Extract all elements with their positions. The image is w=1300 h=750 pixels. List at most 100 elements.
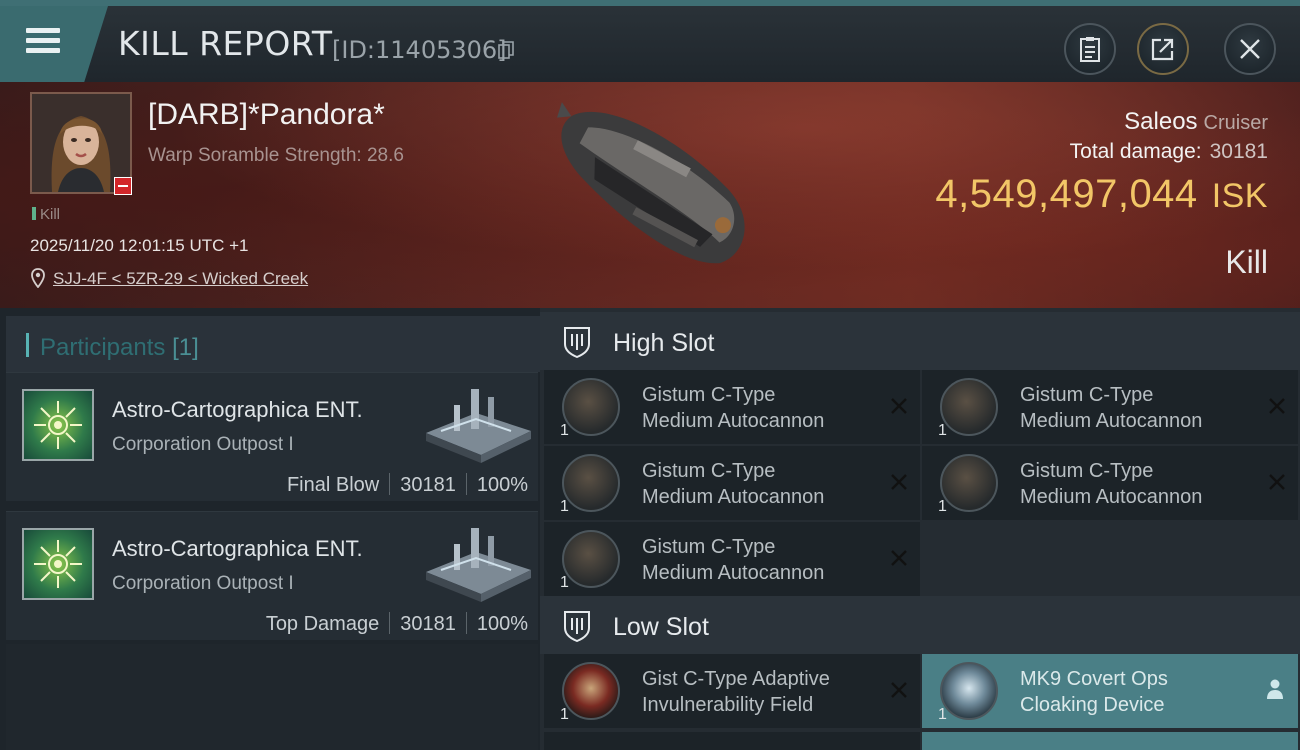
report-id: [ID:11405306] — [332, 36, 507, 64]
kill-result: Kill — [1225, 244, 1268, 280]
participant-card[interactable]: Astro-Cartographica ENT. Corporation Out… — [6, 372, 538, 501]
participant-percent: 100% — [476, 613, 528, 635]
module-name: Gistum C-Type Medium Autocannon — [642, 382, 882, 434]
module-qty: 1 — [938, 498, 947, 515]
fittings-panel: High Slot 1 Gistum C-Type Medium Autocann… — [540, 308, 1300, 750]
module-name-line1: Gistum C-Type — [1020, 384, 1154, 406]
menu-button[interactable] — [0, 6, 108, 82]
warp-scramble-strength: Warp Soramble Strength: 28.6 — [148, 145, 404, 166]
invulnerability-field-icon — [562, 662, 620, 720]
divider — [465, 612, 467, 634]
module-name-line1: Gistum C-Type — [642, 536, 776, 558]
high-slot-label: High Slot — [613, 329, 715, 357]
header-accent — [26, 333, 29, 357]
module-qty: 1 — [938, 422, 947, 439]
module-name-line2: Invulnerability Field — [642, 694, 814, 716]
participant-damage: 30181 — [400, 474, 456, 496]
participants-header: Participants [1] — [6, 316, 540, 372]
participant-stats: Final Blow 30181 100% — [287, 473, 528, 497]
share-icon — [1151, 38, 1174, 61]
participant-name: Astro-Cartographica ENT. — [112, 397, 363, 422]
divider — [389, 612, 391, 634]
autocannon-icon — [940, 454, 998, 512]
destroyed-icon — [891, 550, 907, 566]
participant-percent: 100% — [476, 474, 528, 496]
low-slot-header: Low Slot — [540, 596, 1300, 654]
kill-tag: Kill — [32, 206, 60, 223]
module-name-line2: Medium Autocannon — [642, 486, 825, 508]
clipboard-button[interactable] — [1064, 23, 1116, 75]
menu-icon-line — [26, 38, 60, 43]
low-slot-icon — [564, 611, 590, 642]
module-name-line1: MK9 Covert Ops — [1020, 668, 1168, 690]
destroyed-icon — [891, 474, 907, 490]
module-name-line2: Medium Autocannon — [642, 410, 825, 432]
destroyed-icon — [1269, 474, 1285, 490]
divider — [465, 473, 467, 495]
participants-count: [1] — [172, 334, 199, 361]
module-item[interactable]: 1 Gist C-Type Adaptive Invulnerability Fi… — [544, 654, 920, 728]
autocannon-icon — [562, 378, 620, 436]
page-title: KILL REPORT — [118, 24, 333, 63]
autocannon-icon — [562, 454, 620, 512]
participant-name: Astro-Cartographica ENT. — [112, 536, 363, 561]
module-qty: 1 — [560, 706, 569, 723]
next-row-partial — [922, 732, 1298, 750]
clipboard-icon — [1080, 37, 1100, 62]
module-item[interactable]: 1 Gistum C-Type Medium Autocannon — [922, 446, 1298, 520]
ship-name[interactable]: Saleos Cruiser — [1124, 108, 1268, 136]
victim-name[interactable]: [DARB]*Pandora* — [148, 98, 385, 132]
module-name: MK9 Covert Ops Cloaking Device — [1020, 666, 1260, 718]
autocannon-icon — [940, 378, 998, 436]
module-name-line2: Medium Autocannon — [1020, 486, 1203, 508]
isk-unit: ISK — [1211, 177, 1268, 215]
module-qty: 1 — [938, 706, 947, 723]
participants-empty-area — [6, 644, 538, 750]
isk-value: 4,549,497,044 ISK — [935, 172, 1268, 217]
participant-type: Corporation Outpost I — [112, 434, 294, 455]
divider — [389, 473, 391, 495]
module-name-line1: Gist C-Type Adaptive — [642, 668, 830, 690]
share-button[interactable] — [1137, 23, 1189, 75]
module-item[interactable]: 1 Gistum C-Type Medium Autocannon — [922, 370, 1298, 444]
module-name-line1: Gistum C-Type — [1020, 460, 1154, 482]
high-slot-icon — [564, 327, 590, 358]
module-item[interactable]: 1 Gistum C-Type Medium Autocannon — [544, 370, 920, 444]
copy-icon[interactable] — [498, 41, 514, 59]
cloaking-device-icon — [940, 662, 998, 720]
module-item[interactable]: 1 Gistum C-Type Medium Autocannon — [544, 446, 920, 520]
header-bar: KILL REPORT [ID:11405306] — [0, 0, 1300, 82]
module-name-line2: Medium Autocannon — [642, 562, 825, 584]
participant-type: Corporation Outpost I — [112, 573, 294, 594]
corporation-logo-icon — [22, 389, 94, 461]
participant-role: Top Damage — [265, 613, 380, 635]
module-name-line1: Gistum C-Type — [642, 460, 776, 482]
module-item[interactable]: 1 MK9 Covert Ops Cloaking Device — [922, 654, 1298, 728]
kill-location-link[interactable]: SJJ-4F < 5ZR-29 < Wicked Creek — [53, 269, 308, 289]
total-damage-value: 30181 — [1209, 140, 1268, 163]
module-name: Gistum C-Type Medium Autocannon — [642, 534, 882, 586]
total-damage: Total damage: 30181 — [1070, 140, 1268, 164]
outpost-image — [426, 389, 531, 463]
menu-icon-line — [26, 48, 60, 53]
participant-card[interactable]: Astro-Cartographica ENT. Corporation Out… — [6, 511, 538, 640]
module-name: Gistum C-Type Medium Autocannon — [1020, 382, 1260, 434]
participant-damage: 30181 — [400, 613, 456, 635]
module-qty: 1 — [560, 574, 569, 591]
isk-amount: 4,549,497,044 — [935, 172, 1198, 216]
destroyed-icon — [891, 682, 907, 698]
module-item[interactable]: 1 Gistum C-Type Medium Autocannon — [544, 522, 920, 596]
dropped-person-icon — [1267, 679, 1283, 699]
close-icon — [1240, 39, 1260, 59]
outpost-image — [426, 528, 531, 602]
module-qty: 1 — [560, 422, 569, 439]
corporation-logo-icon — [22, 528, 94, 600]
total-damage-label: Total damage: — [1069, 140, 1202, 163]
close-button[interactable] — [1224, 23, 1276, 75]
ship-image[interactable] — [525, 92, 775, 297]
participants-title: Participants [1] — [40, 334, 199, 362]
low-slot-label: Low Slot — [613, 613, 709, 641]
module-name: Gist C-Type Adaptive Invulnerability Fiel… — [642, 666, 882, 718]
module-name-line2: Cloaking Device — [1020, 694, 1165, 716]
ship-class: Cruiser — [1203, 112, 1268, 134]
